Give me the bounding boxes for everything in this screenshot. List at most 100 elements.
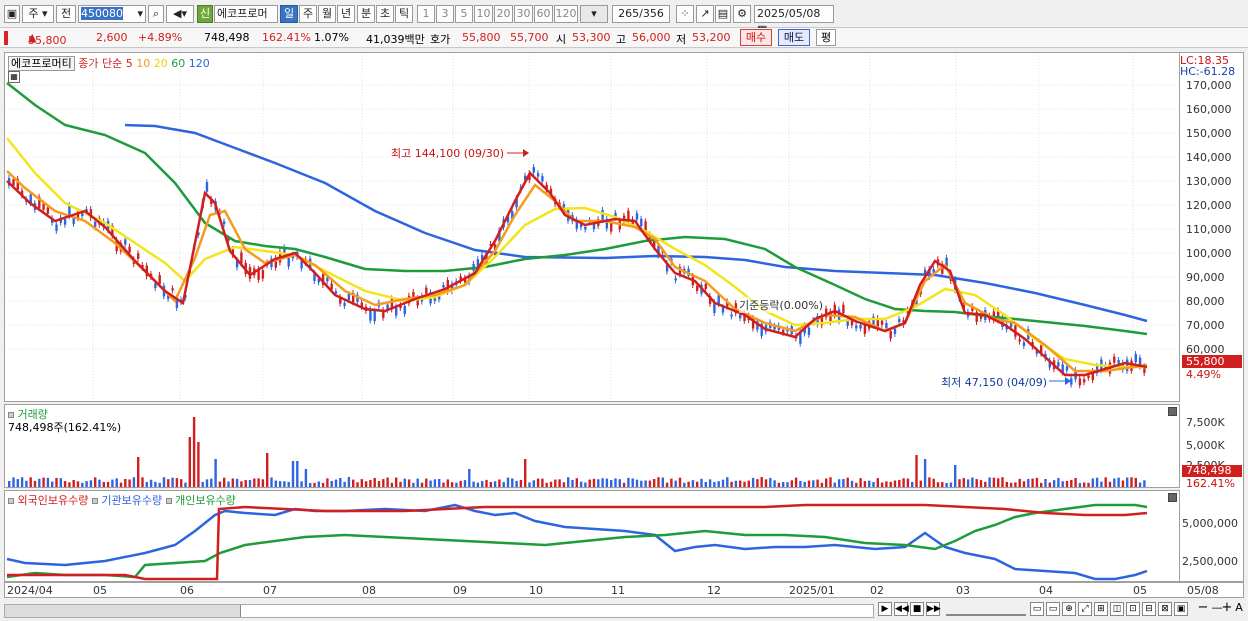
zoom-out-icon[interactable]: − (1196, 601, 1210, 616)
tool-icon[interactable]: ▣ (1174, 602, 1188, 616)
buy-button[interactable]: 매수 (740, 29, 772, 46)
volume-bar (407, 479, 411, 487)
interval-10[interactable]: 10 (474, 5, 493, 23)
period-minute[interactable]: 분 (357, 5, 375, 23)
menu-icon[interactable]: ▣ (4, 5, 20, 23)
candle-body (425, 287, 428, 294)
volume-bar (12, 477, 15, 487)
period-year[interactable]: 년 (337, 5, 355, 23)
save-icon[interactable]: ▤ (715, 5, 731, 23)
grid-icon[interactable]: ⁘ (676, 5, 694, 23)
volume-bar (248, 480, 252, 487)
period-week[interactable]: 주 (299, 5, 317, 23)
interval-60[interactable]: 60 (534, 5, 553, 23)
candle-body (885, 323, 888, 329)
play-icon[interactable]: ▶ (878, 602, 892, 616)
volume-bar (863, 481, 867, 487)
volume-bar (889, 481, 892, 487)
x-tick: 11 (611, 584, 625, 597)
tool-icon[interactable]: ⊕ (1062, 602, 1076, 616)
gear-icon[interactable]: ⚙ (733, 5, 751, 23)
scroll-track[interactable] (4, 604, 874, 618)
period-tick[interactable]: 틱 (395, 5, 413, 23)
search-icon[interactable]: ⌕ (148, 5, 164, 23)
candle-body (889, 331, 892, 339)
holdings-panel[interactable]: 외국인보유수량 기관보유수량 개인보유수량 (4, 490, 1180, 582)
price-chart-panel[interactable]: 에코프로머티 종가 단순 5 10 20 60 120 ▦ 최고 144,100… (4, 52, 1180, 402)
candle-body (1087, 375, 1090, 379)
tool-icon[interactable]: ⤢ (1078, 602, 1092, 616)
volume-bar (1044, 478, 1047, 487)
candle-body (1070, 378, 1073, 385)
volume-bar (270, 477, 273, 487)
x-tick: 06 (180, 584, 194, 597)
candle-body (717, 295, 720, 304)
interval-30[interactable]: 30 (514, 5, 533, 23)
volume-bar (803, 481, 806, 487)
volume-bar (691, 480, 695, 487)
candle-body (124, 239, 127, 245)
tool-icon[interactable]: ◫ (1110, 602, 1124, 616)
x-tick: 2025/01 (789, 584, 835, 597)
period-second[interactable]: 초 (376, 5, 394, 23)
volume-bar (274, 480, 277, 487)
sell-button[interactable]: 매도 (778, 29, 810, 46)
volume-bar (321, 482, 325, 487)
stop-icon[interactable]: ■ (910, 602, 924, 616)
period-day[interactable]: 일 (280, 5, 298, 23)
count-field[interactable]: 265/356 (612, 5, 670, 23)
candle-body (223, 221, 226, 225)
window-icon[interactable]: ▭ (1030, 602, 1044, 616)
y-tick: 70,000 (1186, 319, 1225, 332)
volume-bar (364, 481, 368, 487)
interval-5[interactable]: 5 (455, 5, 473, 23)
font-size-icon[interactable]: A (1232, 602, 1246, 616)
volume-bar (949, 482, 953, 487)
interval-3[interactable]: 3 (436, 5, 454, 23)
volume-bar (567, 477, 570, 487)
volume-bar (859, 478, 862, 487)
volume-bar (261, 479, 265, 487)
hold-y-tick: 2,500,000 (1182, 555, 1238, 568)
prev-button[interactable]: 전 (56, 5, 76, 23)
tool-icon[interactable]: ⊡ (1126, 602, 1140, 616)
window-icon[interactable]: ▭ (1046, 602, 1060, 616)
date-input[interactable]: 2025/05/08 ▦ (754, 5, 834, 36)
high-price: 56,000 (632, 31, 671, 44)
last-rate-tag: 4.49% (1186, 368, 1221, 381)
volume-bar (481, 481, 484, 487)
volume-panel[interactable]: 거래량 748,498주(162.41%) (4, 404, 1180, 488)
tool-icon[interactable]: ⊠ (1158, 602, 1172, 616)
draw-icon[interactable]: ↗ (696, 5, 714, 23)
candle-body (674, 278, 677, 281)
stock-type-select[interactable]: 주 ▾ (22, 5, 54, 23)
volume-bar (812, 480, 815, 487)
stock-name-field[interactable]: 에코프로머 (214, 5, 278, 23)
up-marker (4, 31, 8, 45)
interval-dropdown[interactable]: ▾ (580, 5, 608, 23)
candle-body (721, 307, 725, 313)
tool-icon[interactable]: ⊟ (1142, 602, 1156, 616)
code-input[interactable]: 450080 ▾ (78, 5, 146, 23)
forward-icon[interactable]: ▶▶ (926, 602, 941, 616)
scroll-thumb[interactable] (5, 605, 241, 617)
candle-body (55, 224, 58, 231)
volume-bar (339, 477, 342, 487)
volume-bar (158, 482, 161, 487)
interval-1[interactable]: 1 (417, 5, 435, 23)
volume-bar (769, 477, 772, 487)
x-tick: 08 (362, 584, 376, 597)
volume-bar (390, 482, 394, 487)
interval-120[interactable]: 120 (554, 5, 578, 23)
candle-body (730, 314, 733, 317)
even-button[interactable]: 평 (816, 29, 836, 46)
tool-icon[interactable]: ⊞ (1094, 602, 1108, 616)
period-month[interactable]: 월 (318, 5, 336, 23)
volume-bar (670, 478, 673, 487)
rewind-icon[interactable]: ◀◀ (894, 602, 909, 616)
volume-bar (180, 479, 183, 487)
interval-20[interactable]: 20 (494, 5, 513, 23)
sound-icon[interactable]: ◀▾ (166, 5, 194, 23)
speed-slider[interactable] (946, 602, 1026, 616)
volume-bar (326, 478, 329, 487)
